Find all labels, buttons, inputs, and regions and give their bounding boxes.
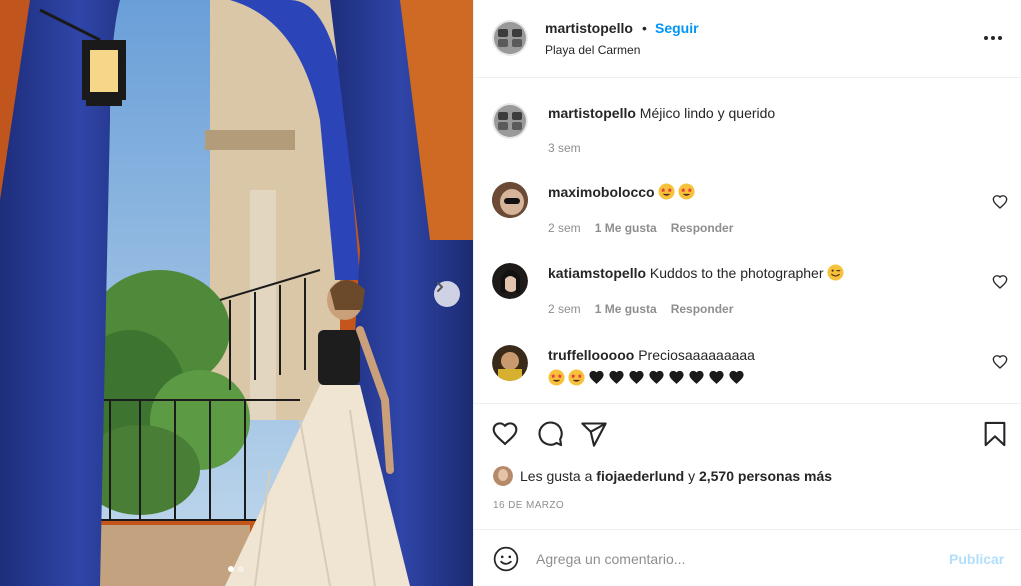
comment-like-heart-icon[interactable] [992, 274, 1008, 290]
caption: martistopello Méjico lindo y querido [548, 104, 775, 123]
comment-likes[interactable]: 1 Me gusta [595, 302, 657, 316]
follow-button[interactable]: Seguir [655, 20, 699, 36]
caption-username[interactable]: martistopello [548, 105, 636, 121]
comment-emojis [658, 183, 696, 200]
caption-time[interactable]: 3 sem [548, 141, 581, 155]
heart-icon[interactable] [491, 420, 519, 448]
likes-text: Les gusta a fiojaederlund y 2,570 person… [520, 468, 832, 484]
comment: katiamstopello Kuddos to the photographe… [548, 264, 844, 283]
comment-avatar[interactable] [492, 182, 528, 218]
comment-icon[interactable] [536, 420, 564, 448]
post-comment-button[interactable]: Publicar [949, 551, 1004, 567]
carousel-indicator [228, 566, 244, 572]
comment: truffellooooo Preciosaaaaaaaaa [548, 346, 988, 388]
post-location[interactable]: Playa del Carmen [545, 43, 640, 57]
black-heart-emoji-icon [629, 370, 644, 384]
caption-avatar[interactable] [492, 103, 528, 139]
star-struck-emoji-icon [658, 183, 676, 200]
comment: maximobolocco [548, 183, 696, 202]
post-media[interactable] [0, 0, 473, 586]
comment-username[interactable]: truffellooooo [548, 347, 634, 363]
likes-prefix: Les gusta a [520, 468, 593, 484]
likes-summary: Les gusta a fiojaederlund y 2,570 person… [493, 465, 832, 487]
black-heart-emoji-icon [689, 370, 704, 384]
likes-connector: y [688, 468, 696, 484]
comment-text: Kuddos to the photographer [649, 265, 824, 281]
author-username[interactable]: martistopello [545, 20, 633, 36]
post-date[interactable]: 16 DE MARZO [493, 500, 564, 511]
post-panel: martistopello • Seguir Playa del Carmen [473, 0, 1021, 586]
star-struck-emoji-icon [548, 369, 565, 386]
black-heart-emoji-icon [589, 370, 604, 384]
reply-button[interactable]: Responder [671, 221, 734, 235]
post-header: martistopello • Seguir Playa del Carmen [474, 0, 1021, 78]
reply-button[interactable]: Responder [671, 302, 734, 316]
more-options-button[interactable] [980, 28, 1006, 48]
black-heart-emoji-icon [609, 370, 624, 384]
comment-avatar[interactable] [492, 263, 528, 299]
comment-meta: 2 sem 1 Me gusta Responder [548, 221, 747, 235]
more-horizontal-icon [984, 36, 1002, 40]
star-struck-emoji-icon [678, 183, 696, 200]
black-heart-emoji-icon [709, 370, 724, 384]
black-heart-emoji-icon [649, 370, 664, 384]
caption-meta: 3 sem [548, 141, 595, 155]
comment-emojis [827, 264, 844, 281]
comment-input[interactable] [536, 546, 936, 572]
comment-username[interactable]: katiamstopello [548, 265, 646, 281]
author-avatar[interactable] [492, 20, 528, 56]
carousel-dot-active [228, 566, 234, 572]
liker-username[interactable]: fiojaederlund [596, 468, 684, 484]
comment-meta: 2 sem 1 Me gusta Responder [548, 302, 747, 316]
header-separator: • [642, 20, 647, 36]
send-icon[interactable] [580, 420, 608, 448]
comment-time[interactable]: 2 sem [548, 221, 581, 235]
bookmark-icon[interactable] [981, 420, 1009, 448]
black-heart-emoji-icon [669, 370, 684, 384]
comment-username[interactable]: maximobolocco [548, 184, 655, 200]
emoji-smile-icon[interactable] [493, 546, 519, 572]
post-photo [0, 0, 473, 586]
comment-text: Preciosaaaaaaaaa [638, 347, 755, 363]
comment-avatar[interactable] [492, 345, 528, 381]
likes-others-link[interactable]: 2,570 personas más [699, 468, 832, 484]
carousel-dot [238, 566, 244, 572]
caption-text: Méjico lindo y querido [639, 105, 776, 121]
liker-avatar[interactable] [493, 466, 513, 486]
black-heart-emoji-icon [729, 370, 744, 384]
add-comment-bar: Publicar [474, 530, 1021, 586]
carousel-next-button[interactable] [434, 281, 460, 307]
comment-emojis [548, 369, 745, 386]
comment-likes[interactable]: 1 Me gusta [595, 221, 657, 235]
winking-face-emoji-icon [827, 264, 844, 281]
comment-like-heart-icon[interactable] [992, 354, 1008, 370]
comment-like-heart-icon[interactable] [992, 194, 1008, 210]
comment-time[interactable]: 2 sem [548, 302, 581, 316]
chevron-right-icon [437, 282, 443, 292]
comments-list[interactable]: martistopello Méjico lindo y querido 3 s… [474, 78, 1021, 404]
star-struck-emoji-icon [568, 369, 585, 386]
